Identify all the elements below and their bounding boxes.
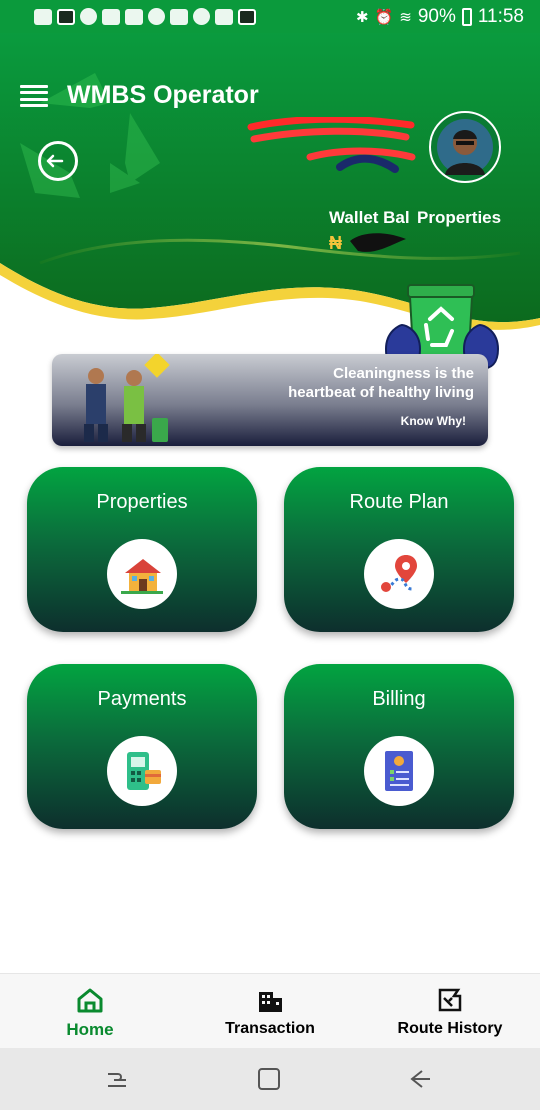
bottom-navigation: Home Transaction Route History [0, 973, 540, 1048]
home-icon [77, 988, 103, 1013]
properties-tile-label: Properties [96, 491, 188, 513]
route-plan-tile-label: Route Plan [349, 491, 449, 513]
properties-tile[interactable]: Properties [27, 467, 257, 632]
nav-item-transaction[interactable]: Transaction [180, 974, 360, 1049]
back-icon[interactable] [406, 1066, 432, 1092]
route-pin-icon [381, 555, 417, 592]
alarm-icon: ⏰ [374, 8, 394, 26]
chat-icon [80, 8, 97, 25]
status-bar: ✱ ⏰ ≋ 90% 11:58 [0, 0, 540, 33]
bank-app-icon [57, 8, 75, 25]
know-why-link[interactable]: Know Why! [401, 414, 466, 428]
route-history-icon [438, 988, 462, 1012]
nav-item-home[interactable]: Home [0, 974, 180, 1049]
invoice-icon [385, 751, 413, 791]
user-name-redacted [246, 115, 416, 147]
pos-terminal-icon [127, 752, 161, 790]
billing-tile[interactable]: Billing [284, 664, 514, 829]
home-system-icon[interactable] [256, 1066, 282, 1092]
promo-banner[interactable]: Cleaningness is the heartbeat of healthy… [52, 354, 488, 446]
logout-button[interactable] [38, 141, 78, 181]
building-icon [259, 992, 282, 1012]
messages-icon [34, 8, 52, 25]
banner-headline-line2: heartbeat of healthy living [288, 384, 474, 401]
app-title: WMBS Operator [67, 81, 259, 109]
bluetooth-icon: ✱ [355, 8, 369, 26]
avatar[interactable] [429, 111, 501, 183]
notification-icons [34, 8, 256, 25]
menu-button[interactable] [20, 85, 48, 107]
settings-icon [148, 8, 165, 25]
clock: 11:58 [477, 5, 524, 27]
wallet-balance-value: ₦ [329, 233, 342, 254]
user-id-redacted [300, 145, 420, 175]
bank-app-icon-2 [238, 8, 256, 25]
payments-tile[interactable]: Payments [27, 664, 257, 829]
house-icon [121, 559, 163, 594]
message-icon [125, 8, 143, 25]
cleaners-illustration [84, 354, 170, 442]
header: WMBS Operator Wallet Bal Properties ₦ [0, 33, 540, 371]
telegram-icon [215, 8, 233, 25]
payments-tile-icon-wrap [107, 736, 177, 806]
news-icon [170, 8, 188, 25]
gmail-icon [102, 8, 120, 25]
app-screen: ✱ ⏰ ≋ 90% 11:58 WMBS Operator Wallet Bal… [0, 0, 540, 1110]
banner-headline-line1: Cleaningness is the [333, 365, 474, 382]
battery-icon [461, 7, 472, 26]
route-plan-tile[interactable]: Route Plan [284, 467, 514, 632]
properties-count-label: Properties [417, 208, 502, 227]
properties-tile-icon-wrap [107, 539, 177, 609]
currency-symbol: ₦ [329, 233, 342, 253]
nav-item-route-history[interactable]: Route History [360, 974, 540, 1049]
battery-level: 90% [417, 5, 456, 27]
route-plan-tile-icon-wrap [364, 539, 434, 609]
billing-tile-label: Billing [372, 688, 426, 710]
nav-label-transaction: Transaction [225, 1020, 315, 1037]
payments-tile-label: Payments [97, 688, 187, 710]
wifi-icon: ≋ [399, 8, 412, 26]
system-navigation-bar [0, 1048, 540, 1110]
logout-icon [46, 154, 64, 168]
user-avatar-icon [437, 119, 493, 175]
messenger-icon [193, 8, 210, 25]
nav-label-home: Home [66, 1020, 114, 1039]
wallet-balance-redacted [346, 225, 410, 259]
recent-apps-icon[interactable] [104, 1066, 130, 1092]
billing-tile-icon-wrap [364, 736, 434, 806]
nav-label-route-history: Route History [397, 1020, 503, 1037]
